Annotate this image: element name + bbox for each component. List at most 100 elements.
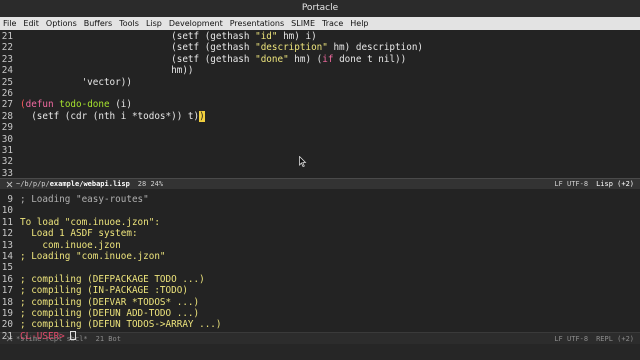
- file-name: webapi.lisp: [83, 180, 130, 188]
- menu-item-slime[interactable]: SLIME: [291, 19, 315, 28]
- menu-bar: File Edit Options Buffers Tools Lisp Developme…: [0, 17, 640, 30]
- code-token: ; compiling (DEFUN TODOS->ARRAY ...): [20, 319, 222, 331]
- code-token: ; Loading "com.inuoe.jzon": [20, 250, 166, 262]
- line-number: 20: [1, 319, 13, 331]
- code-token: hm)): [20, 65, 194, 77]
- line-number: 29: [1, 122, 13, 134]
- line-number: 12: [1, 228, 13, 240]
- code-line[interactable]: 21 (setf (gethash "id" hm) i): [0, 31, 640, 42]
- code-token: hm) (: [288, 53, 323, 65]
- editor-mode-line: ~/b/p/p/example/webapi.lisp 28 24% LF UT…: [0, 178, 640, 189]
- code-token: ; compiling (DEFUN ADD-TODO ...): [20, 307, 200, 319]
- code-token: "done": [255, 53, 289, 65]
- line-text: (setf (gethash "id" hm) i): [20, 31, 317, 42]
- code-line[interactable]: 11 To load "com.inuoe.jzon":: [0, 217, 640, 228]
- menu-item-development[interactable]: Development: [169, 19, 223, 28]
- code-line[interactable]: 18 ; compiling (DEFVAR *TODOS* ...): [0, 297, 640, 308]
- menu-item-help[interactable]: Help: [350, 19, 368, 28]
- line-text: hm)): [20, 65, 194, 77]
- line-number: 26: [1, 87, 13, 99]
- code-line[interactable]: 16 ; compiling (DEFPACKAGE TODO ...): [0, 274, 640, 285]
- code-line[interactable]: 21 CL-USER>: [0, 330, 640, 342]
- code-line[interactable]: 20 ; compiling (DEFUN TODOS->ARRAY ...): [0, 319, 640, 330]
- code-token: "id": [255, 31, 278, 42]
- code-line[interactable]: 13 com.inuoe.jzon: [0, 240, 640, 251]
- code-line[interactable]: 33: [0, 168, 640, 179]
- line-text: ; compiling (IN-PACKAGE :TODO): [20, 285, 188, 296]
- line-number: 27: [1, 99, 13, 111]
- code-line[interactable]: 12 Load 1 ASDF system:: [0, 228, 640, 239]
- cursor-position: 28 24%: [137, 180, 164, 188]
- line-number: 10: [1, 205, 13, 217]
- code-token: ): [199, 110, 205, 122]
- line-number: 32: [1, 156, 13, 168]
- line-text: ; Loading "easy-routes": [20, 194, 149, 205]
- code-line[interactable]: 24 hm)): [0, 65, 640, 76]
- line-text: (defun todo-done (i): [20, 99, 132, 110]
- line-number: 9: [7, 194, 13, 205]
- path-prefix: ~/b/p/p/: [16, 180, 50, 188]
- line-text: (setf (cdr (nth i *todos*)) t)): [20, 110, 205, 122]
- code-token: if: [322, 53, 334, 65]
- code-line[interactable]: 23 (setf (gethash "done" hm) (if done t …: [0, 54, 640, 65]
- code-line[interactable]: 30: [0, 134, 640, 145]
- menu-item-file[interactable]: File: [3, 19, 16, 28]
- menu-item-lisp[interactable]: Lisp: [146, 19, 162, 28]
- code-line[interactable]: 17 ; compiling (IN-PACKAGE :TODO): [0, 285, 640, 296]
- text-cursor: [70, 330, 77, 340]
- code-token: 'vector)): [20, 76, 132, 88]
- code-line[interactable]: 29: [0, 122, 640, 133]
- code-line[interactable]: 14 ; Loading "com.inuoe.jzon": [0, 251, 640, 262]
- menu-item-presentations[interactable]: Presentations: [230, 19, 284, 28]
- repl-pane[interactable]: 9 ; Loading "easy-routes" 10 11 To load "com…: [0, 156, 640, 342]
- line-text: ; compiling (DEFPACKAGE TODO ...): [20, 274, 205, 285]
- menu-item-trace[interactable]: Trace: [322, 19, 343, 28]
- code-token: (setf (gethash: [20, 53, 256, 65]
- line-text: ; compiling (DEFVAR *TODOS* ...): [20, 297, 199, 308]
- code-line[interactable]: 19 ; compiling (DEFUN ADD-TODO ...): [0, 308, 640, 319]
- code-token: Load 1 ASDF system:: [20, 228, 138, 240]
- line-number: 31: [1, 144, 13, 156]
- menu-item-edit[interactable]: Edit: [23, 19, 39, 28]
- code-token: done t nil)): [333, 53, 407, 65]
- line-number: 13: [1, 239, 13, 251]
- code-line[interactable]: 32: [0, 156, 640, 167]
- line-text: (setf (gethash "description" hm) descrip…: [20, 42, 423, 53]
- code-token: com.inuoe.jzon: [20, 239, 121, 251]
- code-token: CL-USER>: [20, 330, 71, 342]
- line-number: 25: [1, 76, 13, 88]
- code-line[interactable]: 15: [0, 262, 640, 273]
- menu-item-options[interactable]: Options: [46, 19, 77, 28]
- line-number: 19: [1, 307, 13, 319]
- code-token: ; compiling (IN-PACKAGE :TODO): [20, 285, 188, 297]
- code-line[interactable]: 9 ; Loading "easy-routes": [0, 194, 640, 205]
- code-token: To load "com.inuoe.jzon":: [20, 216, 160, 228]
- buffer-path[interactable]: ~/b/p/p/example/webapi.lisp: [16, 180, 130, 188]
- line-text: Load 1 ASDF system:: [20, 228, 138, 240]
- code-token: hm) i): [277, 31, 317, 42]
- encoding-indicator[interactable]: LF UTF-8: [554, 180, 588, 188]
- menu-item-buffers[interactable]: Buffers: [84, 19, 112, 28]
- line-text: To load "com.inuoe.jzon":: [20, 217, 160, 228]
- code-token: (i): [109, 99, 132, 111]
- line-number: 23: [1, 53, 13, 65]
- line-text: ; compiling (DEFUN ADD-TODO ...): [20, 308, 199, 319]
- code-line[interactable]: 31: [0, 145, 640, 156]
- code-token: hm) description): [327, 42, 424, 54]
- code-line[interactable]: 10: [0, 205, 640, 216]
- code-line[interactable]: 22 (setf (gethash "description" hm) desc…: [0, 42, 640, 53]
- code-line[interactable]: 28 (setf (cdr (nth i *todos*)) t)): [0, 110, 640, 122]
- code-token: ; compiling (DEFVAR *TODOS* ...): [20, 296, 200, 308]
- line-number: 33: [1, 167, 13, 179]
- code-token: "easy-routes": [75, 194, 149, 205]
- menu-item-tools[interactable]: Tools: [119, 19, 139, 28]
- code-line[interactable]: 27 (defun todo-done (i): [0, 99, 640, 110]
- code-token: (setf (cdr (nth i *todos*)) t): [20, 110, 200, 122]
- line-number: 28: [1, 110, 13, 122]
- line-text: 'vector)): [20, 77, 132, 88]
- code-line[interactable]: 25 'vector)): [0, 77, 640, 88]
- code-token: defun: [25, 99, 54, 111]
- code-line[interactable]: 26: [0, 88, 640, 99]
- editor-pane[interactable]: 21 (setf (gethash "id" hm) i) 22 (setf (g…: [0, 30, 640, 179]
- major-mode[interactable]: Lisp (+2): [596, 180, 634, 188]
